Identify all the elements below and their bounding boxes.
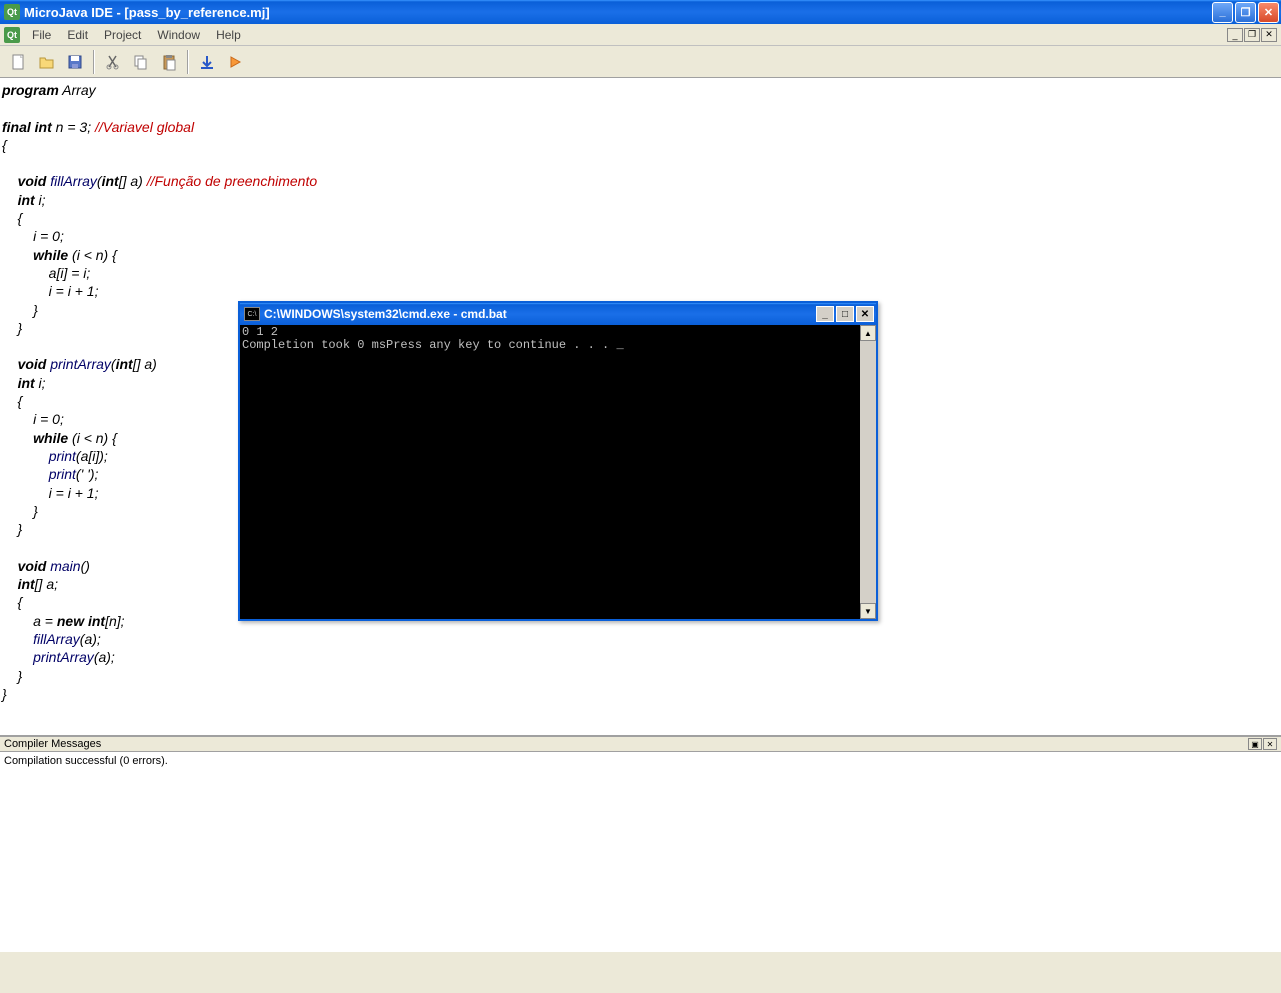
open-file-button[interactable] (34, 49, 60, 75)
cmd-minimize-button[interactable]: _ (816, 306, 834, 322)
scroll-up-button[interactable]: ▲ (860, 325, 876, 341)
paste-button[interactable] (156, 49, 182, 75)
menu-edit[interactable]: Edit (59, 26, 96, 44)
cmd-title: C:\WINDOWS\system32\cmd.exe - cmd.bat (264, 307, 816, 321)
cmd-titlebar[interactable]: C:\ C:\WINDOWS\system32\cmd.exe - cmd.ba… (240, 303, 876, 325)
cmd-scrollbar[interactable]: ▲ ▼ (860, 325, 876, 619)
scroll-track[interactable] (860, 341, 876, 603)
compiler-messages-panel: Compiler Messages ▣ ✕ Compilation succes… (0, 735, 1281, 951)
toolbar (0, 46, 1281, 78)
save-file-button[interactable] (62, 49, 88, 75)
cmd-output[interactable]: 0 1 2 Completion took 0 msPress any key … (240, 325, 860, 619)
new-file-button[interactable] (6, 49, 32, 75)
scroll-down-button[interactable]: ▼ (860, 603, 876, 619)
copy-button[interactable] (128, 49, 154, 75)
minimize-button[interactable]: _ (1212, 2, 1233, 23)
window-title: MicroJava IDE - [pass_by_reference.mj] (24, 5, 1212, 20)
menu-project[interactable]: Project (96, 26, 149, 44)
doc-minimize-button[interactable]: _ (1227, 28, 1243, 42)
qt-icon: Qt (4, 27, 20, 43)
cmd-maximize-button[interactable]: □ (836, 306, 854, 322)
cut-button[interactable] (100, 49, 126, 75)
app-icon: Qt (4, 4, 20, 20)
main-titlebar: Qt MicroJava IDE - [pass_by_reference.mj… (0, 0, 1281, 24)
menu-window[interactable]: Window (149, 26, 208, 44)
close-button[interactable]: ✕ (1258, 2, 1279, 23)
compiler-panel-titlebar: Compiler Messages ▣ ✕ (0, 737, 1281, 752)
panel-close-button[interactable]: ✕ (1263, 738, 1277, 750)
cmd-close-button[interactable]: ✕ (856, 306, 874, 322)
doc-close-button[interactable]: ✕ (1261, 28, 1277, 42)
cmd-icon: C:\ (244, 307, 260, 321)
menu-file[interactable]: File (24, 26, 59, 44)
run-button[interactable] (222, 49, 248, 75)
menu-help[interactable]: Help (208, 26, 249, 44)
compile-button[interactable] (194, 49, 220, 75)
compiler-output: Compilation successful (0 errors). (0, 752, 1281, 770)
panel-dock-button[interactable]: ▣ (1248, 738, 1262, 750)
menubar: Qt File Edit Project Window Help _ ❐ ✕ (0, 24, 1281, 46)
compiler-panel-title: Compiler Messages (4, 738, 101, 750)
maximize-button[interactable]: ❐ (1235, 2, 1256, 23)
cmd-window[interactable]: C:\ C:\WINDOWS\system32\cmd.exe - cmd.ba… (238, 301, 878, 621)
statusbar (0, 951, 1281, 993)
doc-restore-button[interactable]: ❐ (1244, 28, 1260, 42)
